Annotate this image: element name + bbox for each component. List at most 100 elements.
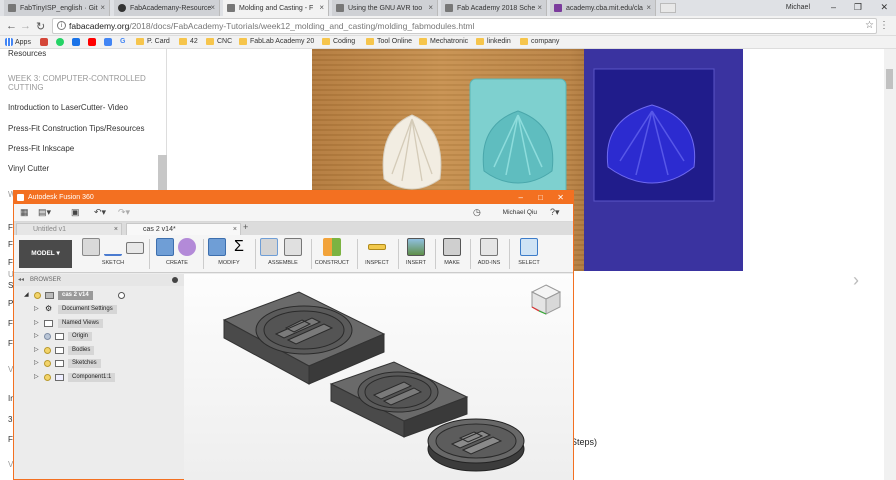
close-window-icon[interactable]: ✕ [880,2,888,13]
tree-item-document-settings[interactable]: ▷ ⚙ Document Settings [34,304,174,315]
expand-triangle-icon[interactable]: ▷ [34,304,39,315]
tree-root[interactable]: ◢ cas 2 v14 [24,290,174,301]
close-icon[interactable]: × [537,3,542,12]
sidebar-link[interactable]: Press-Fit Construction Tips/Resources [8,124,145,133]
fusion-user-menu[interactable]: Michael Qiu [503,209,537,216]
collapse-panel-icon[interactable]: ◂◂ [18,274,24,286]
bookmark-folder[interactable]: FabLab Academy 20 [239,38,314,45]
close-icon[interactable]: × [646,3,651,12]
tree-item-origin[interactable]: ▷ Origin [34,331,174,342]
new-doc-tab-icon[interactable]: + [243,222,248,232]
toolbar-group-modify[interactable]: Σ MODIFY [206,238,252,272]
restore-icon[interactable]: ❐ [854,2,862,13]
visibility-bulb-icon[interactable] [44,360,51,367]
file-menu-icon[interactable]: ▤▾ [38,207,51,218]
3d-viewport[interactable] [184,274,573,480]
bookmark-folder[interactable]: linkedin [476,38,511,45]
bookmark-folder[interactable]: 42 [179,38,198,45]
collapse-triangle-icon[interactable]: ◢ [24,290,29,301]
info-icon[interactable]: i [57,21,66,30]
tree-item-bodies[interactable]: ▷ Bodies [34,345,174,356]
3d-print-icon[interactable] [443,238,461,256]
expand-triangle-icon[interactable]: ▷ [34,345,39,356]
activate-radio-icon[interactable] [118,292,125,299]
sigma-parameters-icon[interactable]: Σ [230,238,248,256]
toolbar-group-inspect[interactable]: INSPECT [360,238,394,272]
visibility-bulb-icon[interactable] [44,347,51,354]
sidebar-link[interactable]: Introduction to LaserCutter- Video [8,103,128,112]
help-icon[interactable]: ?▾ [550,207,560,218]
minimize-icon[interactable]: – [831,2,836,12]
bookmark-folder[interactable]: company [520,38,559,45]
bookmark-star-icon[interactable]: ☆ [865,20,874,31]
bookmark-apps[interactable]: Apps [5,38,31,46]
maximize-icon[interactable]: □ [538,191,543,204]
toolbar-group-create[interactable]: CREATE [154,238,200,272]
job-status-clock-icon[interactable]: ◷ [473,207,481,218]
bookmark-extension[interactable] [104,38,114,46]
browser-tab-active[interactable]: Molding and Casting - F × [223,0,329,16]
page-scrollbar[interactable] [884,49,896,480]
toolbar-group-construct[interactable]: CONSTRUCT [312,238,352,272]
reload-icon[interactable]: ↻ [36,20,45,33]
bookmark-folder[interactable]: Coding [322,38,355,45]
bookmark-folder[interactable]: Tool Online [366,38,412,45]
sidebar-link-resources[interactable]: Resources [8,49,46,58]
menu-icon[interactable]: ⋮ [879,20,889,31]
scripts-addins-icon[interactable] [480,238,498,256]
expand-triangle-icon[interactable]: ▷ [34,372,39,383]
visibility-bulb-icon[interactable] [44,374,51,381]
insert-image-icon[interactable] [407,238,425,256]
toolbar-group-sketch[interactable]: SKETCH [80,238,146,272]
fusion-title-bar[interactable]: Autodesk Fusion 360 – □ ✕ [14,191,573,204]
expand-triangle-icon[interactable]: ▷ [34,318,39,329]
bookmark-youtube[interactable] [88,38,98,46]
browser-panel-header[interactable]: ◂◂ BROWSER [14,274,192,286]
new-tab-button[interactable] [660,3,676,13]
select-cursor-icon[interactable] [520,238,538,256]
close-icon[interactable]: × [319,3,324,12]
close-window-icon[interactable]: ✕ [557,191,564,204]
browser-tab[interactable]: FabAcademany-Resource × [114,0,220,16]
data-panel-grid-icon[interactable]: ▦ [20,207,29,218]
visibility-bulb-icon[interactable] [44,333,51,340]
tree-item-named-views[interactable]: ▷ Named Views [34,318,174,329]
workspace-switcher[interactable]: MODEL ▾ [19,240,72,268]
scrollbar-thumb[interactable] [886,69,893,89]
close-icon[interactable]: × [210,3,215,12]
toolbar-group-select[interactable]: SELECT [512,238,546,272]
browser-tab[interactable]: FabTinyISP_english · Git × [4,0,110,16]
line-icon[interactable] [104,238,122,256]
back-icon[interactable]: ← [6,20,17,32]
expand-triangle-icon[interactable]: ▷ [34,358,39,369]
url-input[interactable]: i fabacademy.org/2018/docs/FabAcademy-Tu… [52,18,877,34]
measure-icon[interactable] [368,244,386,250]
tree-item-component[interactable]: ▷ Component1:1 [34,372,174,383]
tree-item-sketches[interactable]: ▷ Sketches [34,358,174,369]
window-user-label[interactable]: Michael [786,4,810,11]
sidebar-link[interactable]: Press-Fit Inkscape [8,144,74,153]
doc-tab-active[interactable]: cas 2 v14* × [126,223,241,235]
bookmark-mail[interactable] [72,38,82,46]
visibility-bulb-icon[interactable] [34,292,41,299]
press-pull-icon[interactable] [208,238,226,256]
toolbar-group-addins[interactable]: ADD-INS [472,238,506,272]
close-icon[interactable]: × [100,3,105,12]
bookmark-gmail[interactable] [40,38,50,46]
bookmark-folder[interactable]: P. Card [136,38,170,45]
bookmark-google[interactable]: G [120,38,125,45]
bookmark-folder[interactable]: CNC [206,38,232,45]
doc-tab-untitled[interactable]: Untitled v1 × [16,223,122,235]
browser-tab[interactable]: academy.cba.mit.edu/cla × [550,0,656,16]
forward-icon[interactable]: → [20,20,31,32]
minimize-icon[interactable]: – [519,191,523,204]
close-icon[interactable]: × [428,3,433,12]
create-sketch-icon[interactable] [82,238,100,256]
toolbar-group-make[interactable]: MAKE [437,238,467,272]
toolbar-group-insert[interactable]: INSERT [400,238,432,272]
undo-icon[interactable]: ↶▾ [94,207,106,218]
sphere-icon[interactable] [178,238,196,256]
save-icon[interactable]: ▣ [71,207,80,218]
browser-tab[interactable]: Using the GNU AVR too × [332,0,438,16]
new-component-icon[interactable] [260,238,278,256]
